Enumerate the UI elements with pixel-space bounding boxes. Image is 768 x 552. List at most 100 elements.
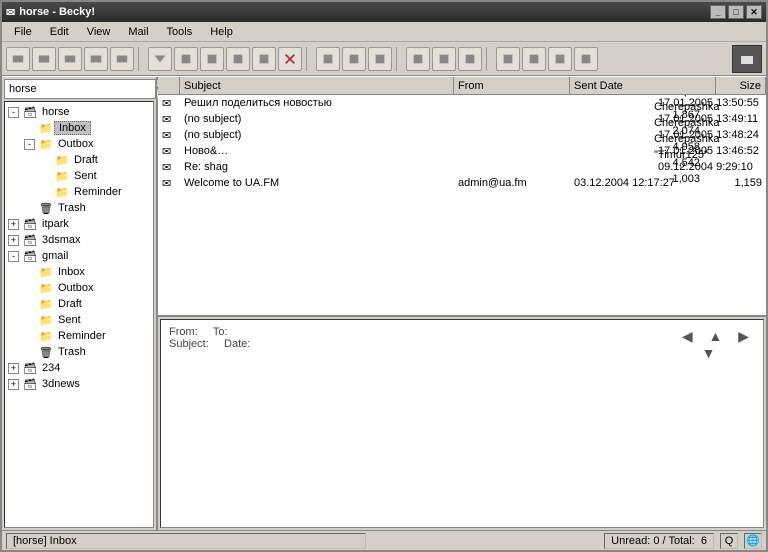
col-subject[interactable]: Subject [180,77,454,94]
toolbar-button-2[interactable] [32,47,56,71]
preview-to-label: To: [213,326,228,338]
toolbar-button-13[interactable] [368,47,392,71]
box-icon: 🗃 [22,217,38,231]
cell-from: admin@ua.fm [454,177,570,189]
tree-node-sent[interactable]: 📁Sent [5,312,153,328]
tree-node-reminder[interactable]: 📁Reminder [5,328,153,344]
box-icon: 🗃 [22,233,38,247]
col-icon[interactable] [158,77,180,94]
toolbar-button-11[interactable] [316,47,340,71]
toolbar-button-14[interactable] [406,47,430,71]
tree-node-trash[interactable]: 🗑Trash [5,344,153,360]
tree-node-234[interactable]: +🗃234 [5,360,153,376]
box-icon: 🗃 [22,249,38,263]
expand-toggle[interactable]: + [8,379,19,390]
tree-node-outbox[interactable]: 📁Outbox [5,280,153,296]
folder-icon: 📁 [54,153,70,167]
account-combo-input[interactable] [4,79,156,99]
toolbar-button-9[interactable] [226,47,250,71]
envelope-icon: ✉ [158,177,180,190]
tree-node-outbox[interactable]: -📁Outbox [5,136,153,152]
status-icon-1[interactable]: Q [720,533,738,549]
menu-help[interactable]: Help [202,24,241,40]
expand-toggle[interactable]: - [8,251,19,262]
sidebar: ▾ -🗃horse📁Inbox-📁Outbox📁Draft📁Sent📁Remin… [2,77,158,530]
menu-edit[interactable]: Edit [42,24,77,40]
tree-node-itpark[interactable]: +🗃itpark [5,216,153,232]
app-icon: ✉ [6,6,15,19]
toolbar-button-8[interactable] [200,47,224,71]
col-from[interactable]: From [454,77,570,94]
expand-toggle[interactable]: - [8,107,19,118]
toolbar-button-3[interactable] [58,47,82,71]
cell-subject: (no subject) [180,129,650,141]
tree-node-trash[interactable]: 🗑Trash [5,200,153,216]
tree-node-horse[interactable]: -🗃horse [5,104,153,120]
expand-toggle[interactable]: + [8,235,19,246]
tree-label: 3dnews [38,378,84,390]
preview-nav-arrows[interactable]: ◀ ▲ ▶ ▼ [682,328,755,361]
message-row[interactable]: ✉Re: shag"Timur125" 09.12.2004 9:29:101,… [158,159,766,175]
tree-node-inbox[interactable]: 📁Inbox [5,264,153,280]
cell-date: 03.12.2004 12:17:27 [570,177,716,189]
toolbar-corner-button[interactable] [732,45,762,73]
tree-node-sent[interactable]: 📁Sent [5,168,153,184]
tree-node-reminder[interactable]: 📁Reminder [5,184,153,200]
menu-view[interactable]: View [79,24,119,40]
tree-node-inbox[interactable]: 📁Inbox [5,120,153,136]
folder-tree[interactable]: -🗃horse📁Inbox-📁Outbox📁Draft📁Sent📁Reminde… [4,101,154,528]
tree-node-gmail[interactable]: -🗃gmail [5,248,153,264]
tree-node-draft[interactable]: 📁Draft [5,296,153,312]
status-icon-2[interactable]: 🌐 [744,533,762,549]
expand-toggle[interactable]: + [8,219,19,230]
expand-toggle[interactable]: + [8,363,19,374]
cell-subject: (no subject) [180,113,650,125]
col-size[interactable]: Size [716,77,766,94]
message-row[interactable]: ✉Welcome to UA.FMadmin@ua.fm03.12.2004 1… [158,175,766,191]
menu-tools[interactable]: Tools [159,24,201,40]
toolbar-button-20[interactable] [574,47,598,71]
toolbar-button-4[interactable] [84,47,108,71]
message-list[interactable]: ✉Решил поделиться новостьюCherepashka 17… [158,95,766,315]
close-button[interactable]: ✕ [746,5,762,19]
tree-label: Reminder [54,330,110,342]
account-combo[interactable]: ▾ [4,79,154,99]
preview-from-label: From: [169,326,198,338]
toolbar-separator [306,47,312,71]
cell-date: 09.12.2004 9:29:10 [654,161,766,173]
toolbar-button-12[interactable] [342,47,366,71]
toolbar-button-16[interactable] [458,47,482,71]
menu-mail[interactable]: Mail [120,24,156,40]
col-date[interactable]: Sent Date [570,77,716,94]
toolbar-button-10[interactable] [252,47,276,71]
folder-icon: 📁 [38,281,54,295]
trash-icon: 🗑 [38,345,54,359]
tree-node-3dnews[interactable]: +🗃3dnews [5,376,153,392]
maximize-button[interactable]: □ [728,5,744,19]
tree-node-3dsmax[interactable]: +🗃3dsmax [5,232,153,248]
tree-node-draft[interactable]: 📁Draft [5,152,153,168]
titlebar[interactable]: ✉ horse - Becky! _ □ ✕ [2,2,766,22]
menu-file[interactable]: File [6,24,40,40]
toolbar-delete[interactable] [278,47,302,71]
envelope-icon: ✉ [158,113,180,126]
toolbar-button-6[interactable] [148,47,172,71]
toolbar-button-18[interactable] [522,47,546,71]
status-counts: Unread: 0 / Total: 6 [604,533,714,549]
folder-icon: 📁 [54,169,70,183]
toolbar-button-5[interactable] [110,47,134,71]
main-window: ✉ horse - Becky! _ □ ✕ File Edit View Ma… [0,0,768,552]
tree-label: Sent [70,170,101,182]
list-header[interactable]: Subject From Sent Date Size [158,77,766,95]
toolbar-button-19[interactable] [548,47,572,71]
minimize-button[interactable]: _ [710,5,726,19]
toolbar-button-17[interactable] [496,47,520,71]
tree-label: 3dsmax [38,234,85,246]
cell-subject: Ново&… [180,145,650,157]
toolbar-button-7[interactable] [174,47,198,71]
tree-label: Trash [54,202,90,214]
toolbar-button-1[interactable] [6,47,30,71]
expand-toggle[interactable]: - [24,139,35,150]
toolbar-separator [396,47,402,71]
toolbar-button-15[interactable] [432,47,456,71]
